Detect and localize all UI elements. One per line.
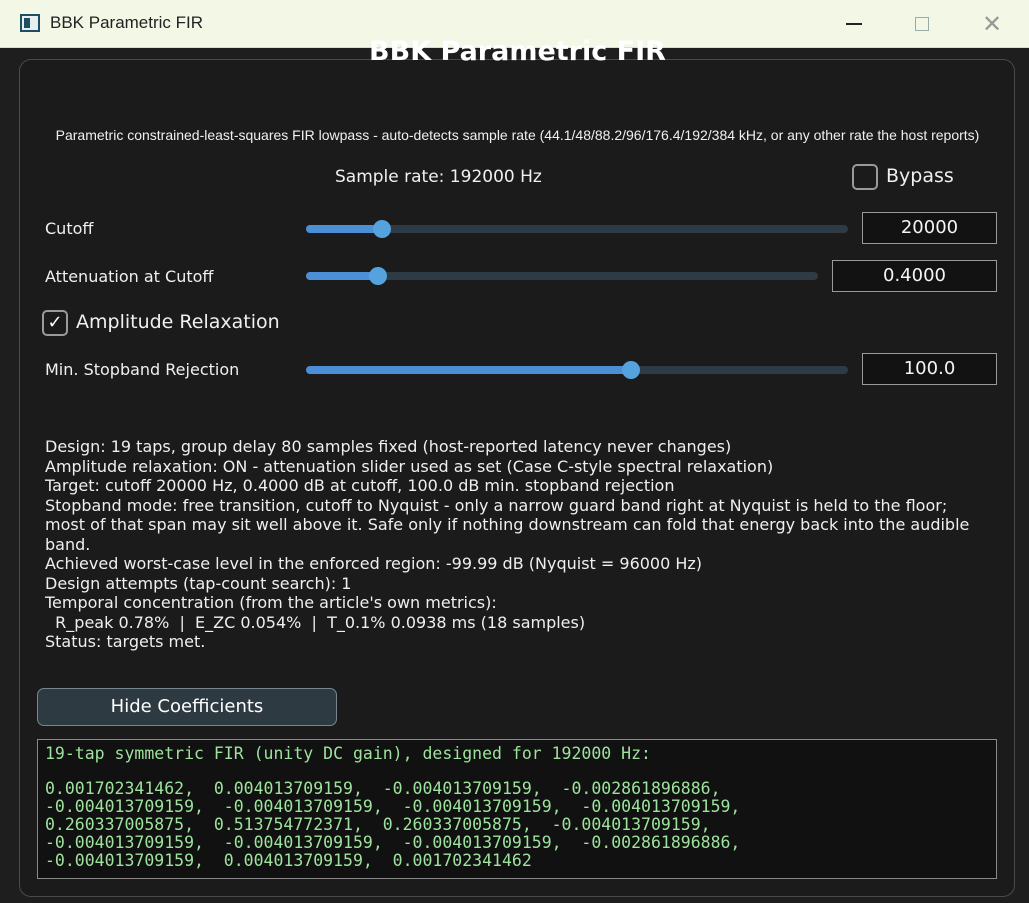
page-title: BBK Parametric FIR <box>369 36 666 67</box>
hide-coefficients-button[interactable]: Hide Coefficients <box>37 688 337 726</box>
attenuation-slider-fill <box>306 272 378 280</box>
subtitle: Parametric constrained-least-squares FIR… <box>55 127 980 143</box>
checkmark-icon: ✓ <box>47 312 63 333</box>
coefficients-textarea[interactable]: 19-tap symmetric FIR (unity DC gain), de… <box>37 739 997 879</box>
report-line: Achieved worst-case level in the enforce… <box>45 554 703 573</box>
maximize-icon <box>915 17 929 31</box>
coefficients-line: -0.004013709159, -0.004013709159, -0.004… <box>45 797 741 816</box>
design-report: Design: 19 taps, group delay 80 samples … <box>45 437 990 652</box>
coefficients-header: 19-tap symmetric FIR (unity DC gain), de… <box>45 744 651 763</box>
stopband-label: Min. Stopband Rejection <box>45 360 240 379</box>
amplitude-relaxation-label[interactable]: Amplitude Relaxation <box>76 311 280 333</box>
cutoff-slider-fill <box>306 225 382 233</box>
cutoff-value-field[interactable]: 20000 <box>862 212 997 244</box>
stopband-slider-fill <box>306 366 632 374</box>
cutoff-slider-thumb[interactable] <box>372 220 391 238</box>
stopband-slider[interactable] <box>306 361 848 379</box>
attenuation-value-field[interactable]: 0.4000 <box>832 260 997 292</box>
report-line: Temporal concentration (from the article… <box>45 593 497 612</box>
report-line: Design attempts (tap-count search): 1 <box>45 573 352 593</box>
report-line: Stopband mode: free transition, cutoff t… <box>45 495 948 515</box>
coefficients-line: -0.004013709159, -0.004013709159, -0.004… <box>45 833 741 852</box>
report-line: band. <box>45 534 91 554</box>
attenuation-slider-thumb[interactable] <box>368 267 387 285</box>
cutoff-slider[interactable] <box>306 220 848 238</box>
report-line: Design: 19 taps, group delay 80 samples … <box>45 437 732 456</box>
attenuation-label: Attenuation at Cutoff <box>45 267 214 286</box>
coefficients-line: -0.004013709159, 0.004013709159, 0.00170… <box>45 851 532 870</box>
report-line: Target: cutoff 20000 Hz, 0.4000 dB at cu… <box>45 476 675 495</box>
coefficients-line: 0.260337005875, 0.513754772371, 0.260337… <box>45 815 711 834</box>
coefficients-line: 0.001702341462, 0.004013709159, -0.00401… <box>45 779 721 798</box>
bypass-checkbox[interactable] <box>852 164 878 190</box>
stopband-value-field[interactable]: 100.0 <box>862 353 997 385</box>
report-line: most of that span may sit well above it.… <box>45 515 970 534</box>
sample-rate-label: Sample rate: 192000 Hz <box>335 167 542 187</box>
app-icon <box>20 14 40 32</box>
window-title: BBK Parametric FIR <box>50 13 204 32</box>
report-line: Amplitude relaxation: ON - attenuation s… <box>45 456 774 476</box>
close-icon: ✕ <box>981 10 1003 38</box>
minimize-icon <box>846 23 862 25</box>
report-line: R_peak 0.78% | E_ZC 0.054% | T_0.1% 0.09… <box>45 612 586 632</box>
report-line: Status: targets met. <box>45 632 206 651</box>
cutoff-label: Cutoff <box>45 219 94 238</box>
bypass-label[interactable]: Bypass <box>886 165 954 187</box>
amplitude-relaxation-checkbox[interactable]: ✓ <box>42 310 68 336</box>
attenuation-slider[interactable] <box>306 267 818 285</box>
